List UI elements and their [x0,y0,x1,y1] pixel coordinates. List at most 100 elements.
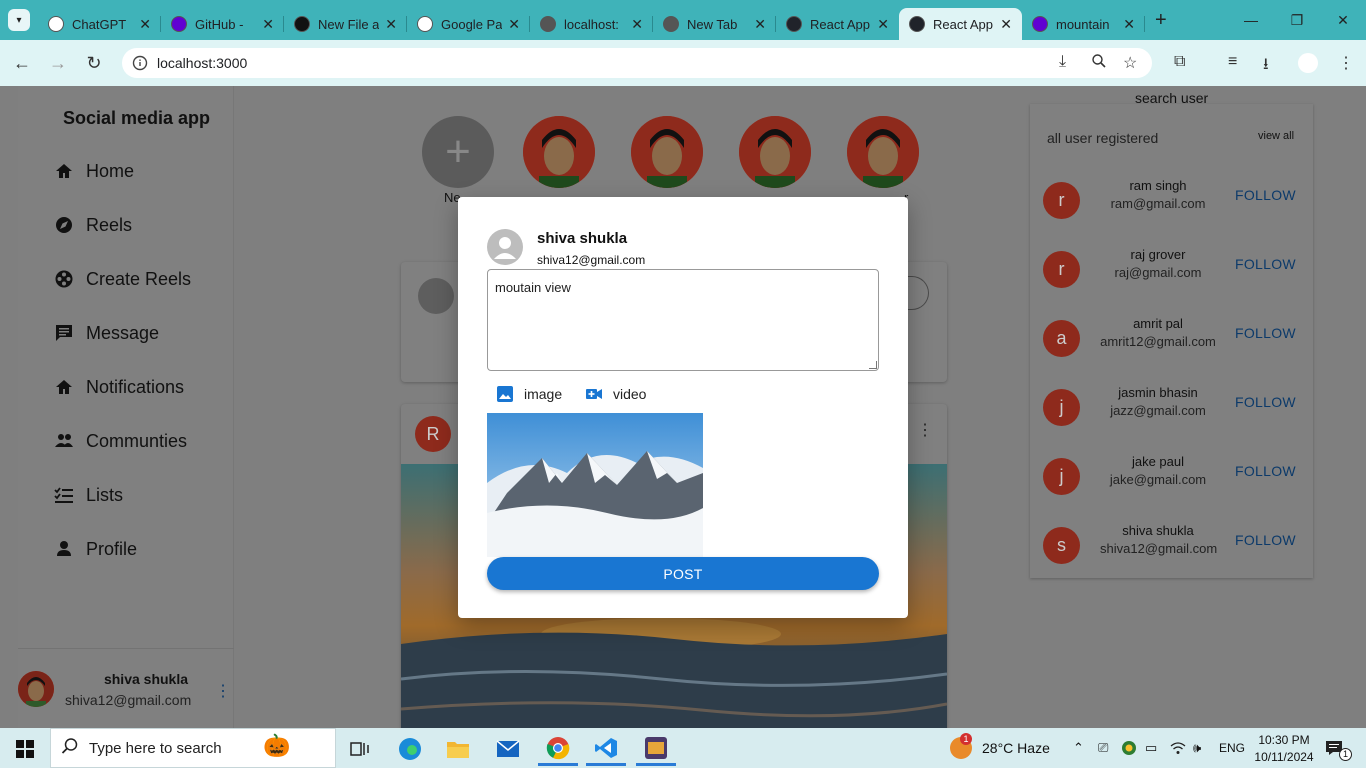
sidebar-item-label: Home [86,160,135,181]
browser-tab[interactable]: New Tab ✕ [653,8,776,40]
follow-button[interactable]: FOLLOW [1235,463,1296,479]
browser-tab[interactable]: React App ✕ [899,8,1022,40]
user-email: raj@gmail.com [1114,265,1202,280]
sidebar-item-create-reels[interactable]: Create Reels [54,264,191,294]
media-control-icon[interactable]: ≡ [1228,53,1237,71]
chrome-icon[interactable] [538,732,578,766]
story-avatar[interactable] [631,116,703,188]
volume-icon[interactable]: 🕪 [1193,728,1201,768]
edge-icon[interactable] [390,732,430,766]
vscode-icon[interactable] [586,732,626,766]
weather-widget[interactable]: 1 28°C Haze [950,728,1050,768]
back-button[interactable]: ← [4,45,40,81]
sidebar-item-message[interactable]: Message [54,318,159,348]
add-video-button[interactable]: video [585,383,646,405]
clock[interactable]: 10:30 PM 10/11/2024 [1254,728,1313,768]
profile-avatar-icon[interactable] [1298,53,1318,73]
reload-button[interactable]: ↻ [76,45,112,81]
close-tab-icon[interactable]: ✕ [139,16,151,33]
browser-tab[interactable]: ChatGPT ✕ [38,8,161,40]
close-tab-icon[interactable]: ✕ [631,16,643,33]
follow-button[interactable]: FOLLOW [1235,325,1296,341]
avatar [18,671,54,707]
close-tab-icon[interactable]: ✕ [877,16,889,33]
minimize-button[interactable]: — [1228,0,1274,40]
task-view-button[interactable] [340,732,380,766]
mail-icon[interactable] [488,732,528,766]
add-image-button[interactable]: image [496,383,562,405]
close-tab-icon[interactable]: ✕ [754,16,766,33]
tab-title: GitHub - [195,16,244,32]
show-hidden-icons[interactable]: ⌃ [1073,728,1084,768]
sidebar-item-communties[interactable]: Communties [54,426,187,456]
forward-button[interactable]: → [40,45,76,81]
new-tab-button[interactable]: + [1155,9,1167,32]
site-info-icon[interactable] [132,55,148,71]
sidebar-item-profile[interactable]: Profile [54,534,137,564]
downloads-icon[interactable]: ⭳ [1263,53,1269,80]
sidebar-user-email: shiva12@gmail.com [65,692,192,708]
image-option-label: image [524,386,563,402]
favicon-icon [540,16,556,32]
post-options-icon[interactable]: ⋮ [917,420,933,440]
file-explorer-icon[interactable] [438,732,478,766]
wifi-icon[interactable] [1170,728,1186,768]
list-item: j jasmin bhasin jazz@gmail.com FOLLOW [1030,379,1313,439]
browser-menu-icon[interactable]: ⋮ [1338,53,1354,73]
tab-search-button[interactable]: ▾ [8,9,30,31]
post-button[interactable]: POST [487,557,879,590]
sidebar-item-lists[interactable]: Lists [54,480,123,510]
close-tab-icon[interactable]: ✕ [1123,16,1135,33]
view-all-link[interactable]: view all [1258,130,1294,142]
user-name: jake paul [1131,454,1185,469]
add-story-button[interactable]: + [422,116,494,188]
follow-button[interactable]: FOLLOW [1235,532,1296,548]
resize-handle[interactable] [869,361,877,369]
app-icon[interactable] [636,732,676,766]
notification-center-button[interactable]: 1 [1325,728,1356,768]
browser-tab[interactable]: React App ✕ [776,8,899,40]
notification-badge: 1 [1339,747,1352,761]
install-app-icon[interactable]: ⤓ [1059,53,1066,71]
browser-tab[interactable]: GitHub - ✕ [161,8,284,40]
favicon-icon [663,16,679,32]
address-text[interactable]: localhost:3000 [157,55,247,71]
home-icon [54,161,74,181]
tray-status-icon[interactable] [1121,728,1137,768]
close-tab-icon[interactable]: ✕ [1000,16,1012,33]
follow-button[interactable]: FOLLOW [1235,394,1296,410]
user-email: jazz@gmail.com [1110,403,1206,418]
language-indicator[interactable]: ENG [1219,728,1245,768]
close-tab-icon[interactable]: ✕ [385,16,397,33]
taskbar-search[interactable]: Type here to search 🎃 [50,728,336,768]
start-button[interactable] [5,732,45,766]
restore-button[interactable]: ❐ [1274,0,1320,40]
more-options-icon[interactable]: ⋮ [215,681,231,701]
sidebar-item-reels[interactable]: Reels [54,210,132,240]
zoom-icon[interactable] [1091,53,1107,74]
battery-icon[interactable]: ▭ [1145,728,1157,768]
close-window-button[interactable]: ✕ [1320,0,1366,40]
browser-tab[interactable]: New File a ✕ [284,8,407,40]
story-avatar[interactable] [847,116,919,188]
tab-title: ChatGPT [72,16,127,32]
sidebar-item-home[interactable]: Home [54,156,134,186]
close-tab-icon[interactable]: ✕ [508,16,520,33]
browser-tab[interactable]: mountain ✕ [1022,8,1145,40]
browser-tab[interactable]: localhost: ✕ [530,8,653,40]
extensions-icon[interactable]: ⧉ [1174,53,1185,71]
user-email: amrit12@gmail.com [1100,334,1216,349]
sidebar-item-notifications[interactable]: Notifications [54,372,184,402]
sidebar-user-card[interactable]: shiva shukla shiva12@gmail.com ⋮ [18,648,234,728]
follow-button[interactable]: FOLLOW [1235,187,1296,203]
story-avatar[interactable] [739,116,811,188]
follow-button[interactable]: FOLLOW [1235,256,1296,272]
address-bar[interactable]: localhost:3000 [122,48,1152,78]
browser-tab[interactable]: Google Pa ✕ [407,8,530,40]
windows-taskbar: Type here to search 🎃 1 28°C Haze ⌃ ⎚ ▭ … [0,728,1366,768]
bookmark-star-icon[interactable]: ☆ [1123,53,1137,73]
post-text-input[interactable]: moutain view [487,269,879,371]
story-avatar[interactable] [523,116,595,188]
tray-app-icon[interactable]: ⎚ [1098,728,1108,768]
close-tab-icon[interactable]: ✕ [262,16,274,33]
